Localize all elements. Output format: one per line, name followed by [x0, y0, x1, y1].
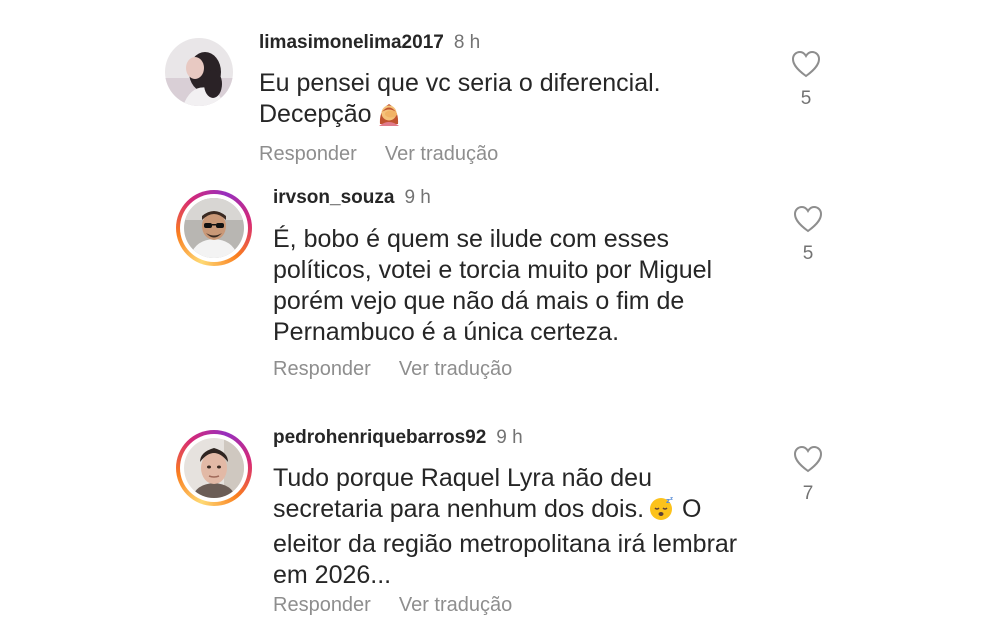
- reply-button[interactable]: Responder: [273, 358, 371, 380]
- like-count: 7: [802, 483, 814, 504]
- avatar-photo: [184, 438, 244, 498]
- comment-line: em 2026...: [273, 561, 392, 589]
- reply-button[interactable]: Responder: [259, 143, 357, 165]
- comment-line: porém vejo que não dá mais o fim de: [273, 287, 685, 315]
- comment-item: pedrohenriquebarros92 9 h Tudo porque Raq…: [0, 420, 1000, 616]
- comment-text: Eu pensei que vc seria o diferencial. De…: [259, 68, 661, 134]
- reply-button[interactable]: Responder: [273, 594, 371, 616]
- comment-line: É, bobo é quem se ilude com esses: [273, 225, 670, 253]
- comment-header: limasimonelima2017 8 h: [259, 32, 480, 54]
- comment-item: irvson_souza 9 h É, bobo é quem se ilude …: [0, 180, 1000, 400]
- comment-text: É, bobo é quem se ilude com esses políti…: [273, 224, 712, 348]
- comment-actions: Responder Ver tradução: [273, 594, 512, 617]
- heart-outline-icon[interactable]: [791, 445, 825, 473]
- avatar-story-ring[interactable]: [176, 190, 252, 266]
- comment-time: 9 h: [496, 427, 523, 448]
- comment-time: 9 h: [404, 187, 431, 208]
- comment-line-with-emoji: secretaria para nenhum dos dois. z z O: [273, 494, 737, 529]
- heart-outline-icon[interactable]: [789, 50, 823, 78]
- see-translation-button[interactable]: Ver tradução: [399, 594, 512, 616]
- sleeping-face-emoji: z z: [648, 495, 674, 529]
- see-translation-button[interactable]: Ver tradução: [399, 358, 512, 380]
- comment-line: Decepção: [259, 100, 372, 128]
- like-count: 5: [800, 88, 812, 109]
- comment-line: políticos, votei e torcia muito por Migu…: [273, 256, 713, 284]
- like-count: 5: [802, 243, 814, 264]
- comment-item: limasimonelima2017 8 h Eu pensei que vc s…: [0, 0, 1000, 180]
- username-link[interactable]: limasimonelima2017: [259, 32, 444, 53]
- svg-text:z: z: [670, 496, 673, 502]
- avatar: [180, 194, 248, 262]
- comment-line-with-emoji: Decepção: [259, 99, 661, 134]
- comment-time: 8 h: [453, 32, 481, 53]
- like-control: 5: [789, 50, 823, 110]
- avatar: [180, 434, 248, 502]
- like-control: 7: [791, 445, 825, 505]
- comment-line-suffix: O: [682, 495, 702, 523]
- woman-facepalming-emoji: [376, 100, 402, 134]
- comment-header: pedrohenriquebarros92 9 h: [273, 427, 523, 449]
- heart-outline-icon[interactable]: [791, 205, 825, 233]
- comment-line: Eu pensei que vc seria o diferencial.: [259, 69, 661, 97]
- comment-line: eleitor da região metropolitana irá lemb…: [273, 530, 738, 558]
- like-control: 5: [791, 205, 825, 265]
- avatar[interactable]: [165, 38, 233, 106]
- comment-line: secretaria para nenhum dos dois.: [273, 495, 645, 523]
- see-translation-button[interactable]: Ver tradução: [385, 143, 498, 165]
- username-link[interactable]: irvson_souza: [273, 187, 394, 208]
- comment-line: Tudo porque Raquel Lyra não deu: [273, 464, 652, 492]
- comment-actions: Responder Ver tradução: [273, 358, 512, 381]
- comment-header: irvson_souza 9 h: [273, 187, 431, 209]
- comment-line: Pernambuco é a única certeza.: [273, 318, 620, 346]
- comment-text: Tudo porque Raquel Lyra não deu secretar…: [273, 463, 737, 591]
- avatar-photo: [184, 198, 244, 258]
- avatar-photo: [165, 38, 233, 106]
- comment-actions: Responder Ver tradução: [259, 143, 498, 166]
- username-link[interactable]: pedrohenriquebarros92: [273, 427, 486, 448]
- avatar-story-ring[interactable]: [176, 430, 252, 506]
